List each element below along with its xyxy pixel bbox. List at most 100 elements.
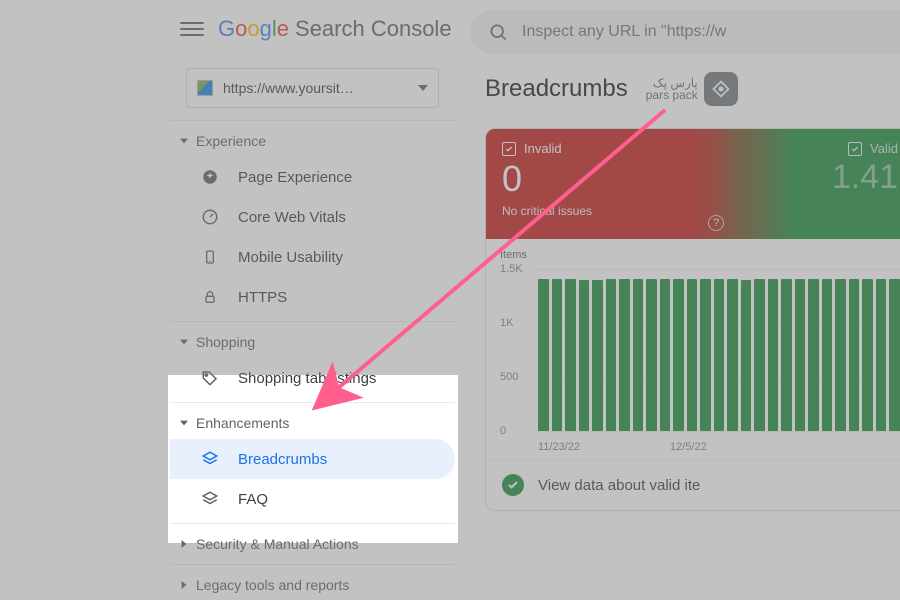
- section-legacy-label: Legacy tools and reports: [196, 577, 349, 593]
- sidebar-item-faq[interactable]: FAQ: [170, 479, 455, 519]
- diamond-icon: [704, 72, 738, 106]
- checkbox-icon: [502, 142, 516, 156]
- url-inspect-input[interactable]: [522, 23, 900, 41]
- chart-bar: [660, 279, 671, 431]
- section-experience[interactable]: Experience: [170, 125, 455, 157]
- status-card: Invalid 0 No critical issues ? Valid: [485, 128, 900, 511]
- checkbox-icon: [848, 142, 862, 156]
- chart-bar: [552, 279, 563, 431]
- chart-bar: [606, 279, 617, 431]
- caret-down-icon: [180, 137, 188, 145]
- status-valid-label: Valid: [870, 141, 898, 156]
- chart-bar: [754, 279, 765, 431]
- status-invalid-count: 0: [502, 158, 718, 200]
- gauge-icon: [200, 207, 220, 227]
- chart-bar: [579, 280, 590, 431]
- caret-down-icon: [418, 85, 428, 91]
- section-legacy[interactable]: Legacy tools and reports: [170, 569, 455, 600]
- view-valid-data-row[interactable]: View data about valid ite: [486, 459, 900, 510]
- section-enhancements[interactable]: Enhancements: [170, 407, 455, 439]
- section-experience-label: Experience: [196, 133, 266, 149]
- chart-ytick: 0: [500, 425, 506, 437]
- url-inspect-search[interactable]: [470, 10, 900, 54]
- section-security-label: Security & Manual Actions: [196, 536, 359, 552]
- status-valid[interactable]: Valid 1.41: [734, 129, 900, 239]
- sidebar-item-page-experience[interactable]: Page Experience: [170, 157, 455, 197]
- section-shopping-label: Shopping: [196, 334, 255, 350]
- chart-bar: [673, 279, 684, 431]
- sidebar-item-label: FAQ: [238, 491, 268, 508]
- sidebar-item-shopping-listings[interactable]: Shopping tab listings: [170, 358, 455, 398]
- section-shopping[interactable]: Shopping: [170, 326, 455, 358]
- chart-bar: [795, 279, 806, 431]
- google-logo: G o o g l e Search Console: [218, 16, 452, 42]
- chart-bar: [781, 279, 792, 431]
- section-enhancements-label: Enhancements: [196, 415, 289, 431]
- view-valid-data-label: View data about valid ite: [538, 477, 700, 494]
- property-label: https://www.yoursit…: [223, 80, 412, 96]
- chart-bar: [822, 279, 833, 431]
- brand-text-en: pars pack: [646, 89, 698, 101]
- sidebar-item-label: Shopping tab listings: [238, 370, 376, 387]
- chart-bar: [538, 279, 549, 431]
- caret-right-icon: [180, 540, 188, 548]
- chart-bar: [862, 279, 873, 431]
- chart-bar: [889, 279, 900, 431]
- caret-down-icon: [180, 338, 188, 346]
- sidebar-item-label: Core Web Vitals: [238, 209, 346, 226]
- property-selector[interactable]: https://www.yoursit…: [186, 68, 439, 108]
- sidebar-item-label: Page Experience: [238, 169, 352, 186]
- gsc-app: G o o g l e Search Console h: [170, 0, 900, 600]
- chart-bar: [646, 279, 657, 431]
- layers-icon: [200, 449, 220, 469]
- chart-xtick: 11/23/22: [538, 441, 580, 453]
- chart-bar: [849, 279, 860, 431]
- sidebar-item-mobile-usability[interactable]: Mobile Usability: [170, 237, 455, 277]
- sidebar-item-core-web-vitals[interactable]: Core Web Vitals: [170, 197, 455, 237]
- chart-ytitle: Items: [500, 249, 900, 261]
- main-pane: Breadcrumbs پارس پک pars pack: [455, 58, 900, 600]
- check-circle-icon: [502, 474, 524, 496]
- status-invalid-sub: No critical issues: [502, 204, 718, 218]
- chart-bar: [700, 279, 711, 431]
- chart-bar: [768, 279, 779, 431]
- chart-bar: [835, 279, 846, 431]
- page-title: Breadcrumbs: [485, 75, 628, 103]
- chart-xtick: 12/5/22: [670, 441, 707, 453]
- chart-bar: [876, 279, 887, 431]
- chart-bar: [687, 279, 698, 431]
- caret-down-icon: [180, 419, 188, 427]
- chart-ytick: 1K: [500, 317, 513, 329]
- section-security[interactable]: Security & Manual Actions: [170, 528, 455, 560]
- sidebar: https://www.yoursit… Experience Page Exp…: [170, 58, 455, 600]
- product-name: Search Console: [295, 16, 452, 42]
- chart-bar: [714, 279, 725, 431]
- menu-icon[interactable]: [180, 17, 204, 41]
- status-valid-count: 1.41: [750, 158, 898, 197]
- sidebar-item-breadcrumbs[interactable]: Breadcrumbs: [170, 439, 455, 479]
- layers-icon: [200, 489, 220, 509]
- chart-bar: [565, 279, 576, 431]
- chart-ytick: 500: [500, 371, 518, 383]
- overlay-dim: [0, 375, 168, 543]
- chart-bar: [592, 280, 603, 431]
- lock-icon: [200, 287, 220, 307]
- sidebar-item-label: Breadcrumbs: [238, 451, 327, 468]
- tag-icon: [200, 368, 220, 388]
- sidebar-item-label: HTTPS: [238, 289, 287, 306]
- brand-badge: پارس پک pars pack: [646, 72, 738, 106]
- items-chart: Items 1.5K 1K 500 0 11/23/22 12/5/22: [486, 239, 900, 459]
- chart-ytick: 1.5K: [500, 263, 523, 275]
- status-invalid[interactable]: Invalid 0 No critical issues ?: [486, 129, 734, 239]
- site-favicon-icon: [197, 80, 213, 96]
- sidebar-item-label: Mobile Usability: [238, 249, 343, 266]
- sparkle-icon: [200, 167, 220, 187]
- chart-bar: [808, 279, 819, 431]
- chart-bar: [633, 279, 644, 431]
- caret-right-icon: [180, 581, 188, 589]
- chart-bar: [727, 279, 738, 431]
- help-icon[interactable]: ?: [708, 215, 724, 231]
- chart-bar: [741, 280, 752, 431]
- status-invalid-label: Invalid: [524, 141, 562, 156]
- sidebar-item-https[interactable]: HTTPS: [170, 277, 455, 317]
